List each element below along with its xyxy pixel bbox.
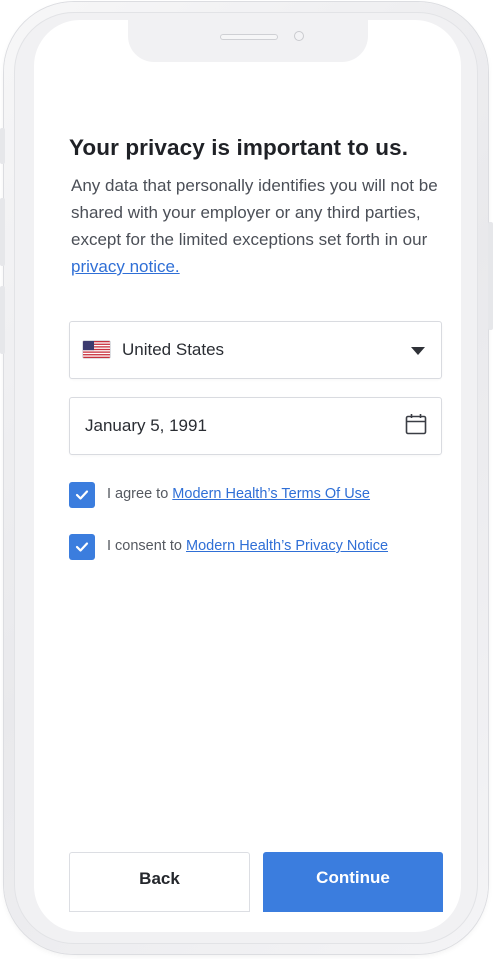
terms-checkbox[interactable] [69,482,95,508]
phone-power-button [488,222,493,330]
app-screen: Your privacy is important to us. Any dat… [34,20,461,932]
privacy-notice-link[interactable]: privacy notice. [71,257,180,276]
phone-notch [128,20,368,62]
terms-label-prefix: I agree to [107,486,173,502]
front-camera [294,31,304,41]
privacy-notice-consent-link[interactable]: Modern Health’s Privacy Notice [186,538,388,554]
terms-of-use-link[interactable]: Modern Health’s Terms Of Use [172,486,370,502]
privacy-label-prefix: I consent to [107,538,186,554]
dropdown-arrow-icon[interactable] [411,347,425,355]
us-flag-icon [83,341,110,358]
phone-volume-up [0,198,5,266]
phone-volume-down [0,286,5,354]
country-value: United States [122,340,225,359]
date-of-birth-value: January 5, 1991 [85,416,207,435]
privacy-description-text: Any data that personally identifies you … [71,176,438,249]
continue-button[interactable]: Continue [263,852,443,912]
date-of-birth-field[interactable]: January 5, 1991 [69,397,442,455]
privacy-label: I consent to Modern Health’s Privacy Not… [107,538,388,554]
calendar-icon[interactable] [405,413,427,435]
privacy-checkbox[interactable] [69,534,95,560]
terms-label: I agree to Modern Health’s Terms Of Use [107,486,370,502]
privacy-description: Any data that personally identifies you … [71,172,446,280]
page-title: Your privacy is important to us. [69,135,409,160]
country-select[interactable]: United States [69,321,442,379]
speaker-grille [220,34,278,40]
checkmark-icon [75,542,89,552]
checkmark-icon [75,490,89,500]
back-button[interactable]: Back [69,852,250,912]
phone-mute-switch [0,128,5,164]
